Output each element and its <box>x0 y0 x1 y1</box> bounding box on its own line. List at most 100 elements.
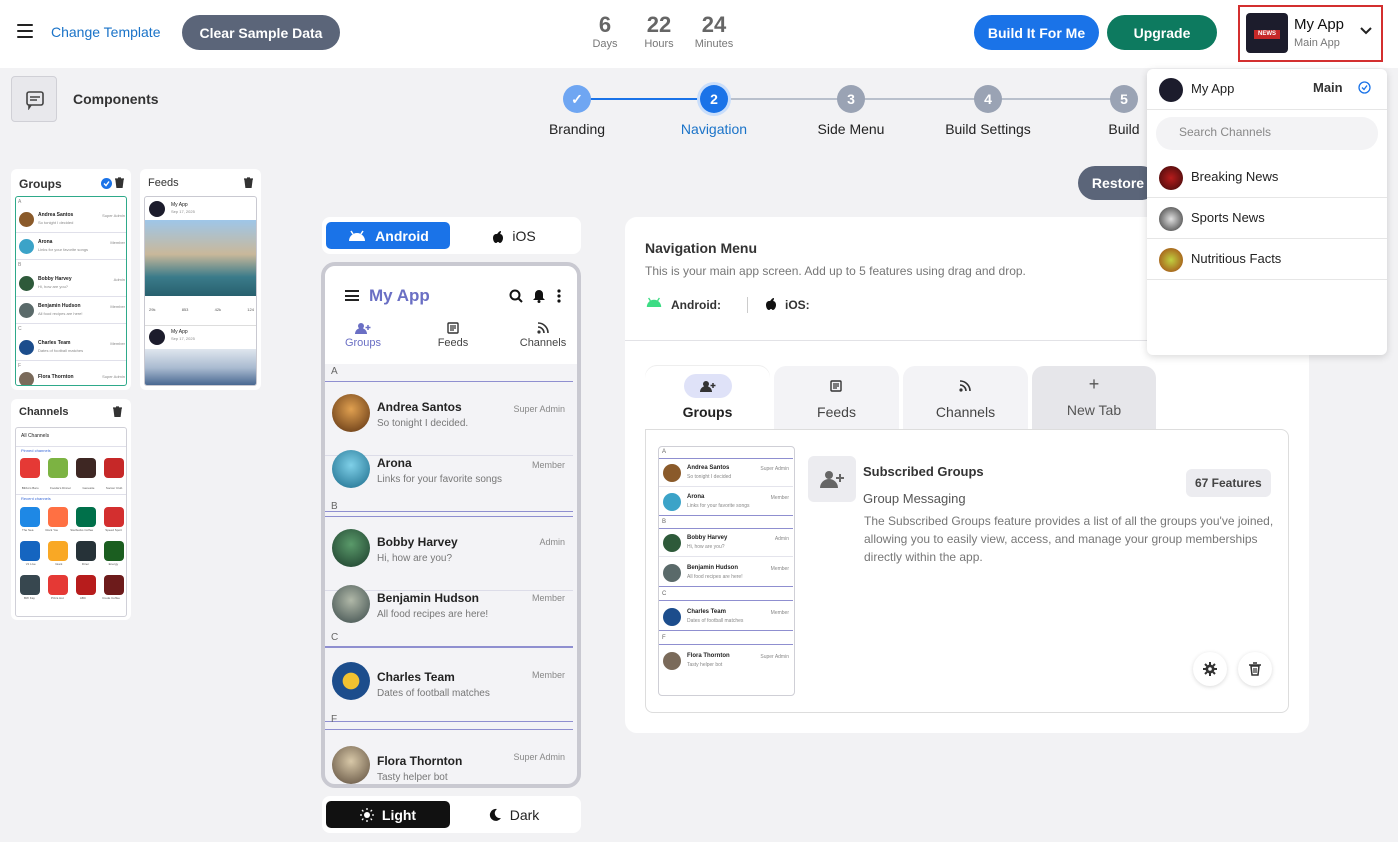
check-circle-icon <box>1358 81 1371 94</box>
countdown-days: 6 Days <box>592 12 618 50</box>
mini-sub: Hi, how are you? <box>38 284 69 289</box>
nav-tab-channels[interactable]: Channels <box>903 366 1028 430</box>
features-badge: 67 Features <box>1186 469 1271 497</box>
trash-icon[interactable] <box>244 177 253 188</box>
mountain-image <box>145 349 256 385</box>
row-sub: Tasty helper bot <box>377 772 448 783</box>
dark-theme-button[interactable]: Dark <box>452 801 576 828</box>
nav-tab-groups[interactable]: Groups <box>645 366 770 430</box>
nav-tab-feeds[interactable]: Feeds <box>774 366 899 430</box>
section-header-a: A <box>325 366 573 382</box>
step-3-circle[interactable]: 3 <box>837 85 865 113</box>
app-sub: Main App <box>1294 37 1340 49</box>
components-title: Components <box>73 91 159 107</box>
hamburger-icon[interactable] <box>345 290 359 301</box>
avatar <box>332 450 370 488</box>
components-icon[interactable] <box>11 76 57 122</box>
channel-icon <box>20 458 40 478</box>
upgrade-button[interactable]: Upgrade <box>1107 15 1217 50</box>
section-header-b: B <box>325 501 573 517</box>
step-5-circle[interactable]: 5 <box>1110 85 1138 113</box>
channels-component-card[interactable]: Channels All Channels Pinned channels Bi… <box>11 399 131 620</box>
row-role: Member <box>531 670 565 680</box>
phone-list-item-charles-team[interactable]: Charles Team Dates of football matches M… <box>325 648 573 722</box>
venice-image <box>145 220 256 296</box>
phone-tab-feeds[interactable]: Feeds <box>425 322 481 349</box>
feeds-icon <box>830 380 842 392</box>
groups-component-card[interactable]: Groups A Andrea Santos So tonight I deci… <box>11 169 131 390</box>
hamburger-menu-icon[interactable] <box>17 24 33 38</box>
channel-icon <box>20 575 40 595</box>
light-theme-button[interactable]: Light <box>326 801 450 828</box>
more-vertical-icon[interactable] <box>557 289 561 303</box>
channel-icon <box>48 458 68 478</box>
mini-name: Arona <box>38 239 53 245</box>
step-2-label[interactable]: Navigation <box>654 121 774 137</box>
delete-icon[interactable] <box>1238 652 1272 686</box>
feeds-component-card[interactable]: Feeds My App Sep 17, 2025 29k 853 42k 124 M… <box>140 169 261 390</box>
main-label: Main <box>1313 80 1343 95</box>
add-group-icon <box>808 456 856 502</box>
feature-preview: A Andrea Santos So tonight I decided Sup… <box>658 446 795 696</box>
feed-app-name: My App <box>171 202 188 208</box>
app-switcher[interactable]: NEWS My App Main App <box>1238 5 1383 62</box>
step-4-label[interactable]: Build Settings <box>928 121 1048 137</box>
channel-icon <box>76 541 96 561</box>
phone-list-item-flora-thornton[interactable]: Flora Thornton Tasty helper bot Super Ad… <box>325 732 573 784</box>
step-1-circle[interactable]: ✓ <box>563 85 591 113</box>
step-2-circle[interactable]: 2 <box>700 85 728 113</box>
clear-sample-data-button[interactable]: Clear Sample Data <box>182 15 340 50</box>
step-1-label[interactable]: Branding <box>517 121 637 137</box>
change-template-link[interactable]: Change Template <box>51 24 160 40</box>
phone-tab-groups[interactable]: Groups <box>335 322 391 349</box>
mini-role: Admin <box>113 277 125 282</box>
mini-role: Super Admin <box>102 213 125 218</box>
dropdown-current-app[interactable]: My App Main <box>1147 69 1387 110</box>
rss-icon <box>537 322 549 334</box>
nav-menu-desc: This is your main app screen. Add up to … <box>645 264 1026 278</box>
channel-icon <box>20 507 40 527</box>
check-icon <box>101 178 112 189</box>
restore-button[interactable]: Restore <box>1078 166 1158 200</box>
step-3-label[interactable]: Side Menu <box>791 121 911 137</box>
feature-desc: The Subscribed Groups feature provides a… <box>864 514 1274 564</box>
mini-sub: So tonight I decided <box>38 220 74 225</box>
row-sub: Hi, how are you? <box>377 553 453 564</box>
nav-tab-new[interactable]: + New Tab <box>1032 366 1156 430</box>
chevron-down-icon[interactable] <box>1360 27 1372 35</box>
phone-app-title: My App <box>369 286 430 305</box>
top-bar: Change Template Clear Sample Data 6 Days… <box>0 0 1398 68</box>
gear-icon[interactable] <box>1193 652 1227 686</box>
avatar <box>332 585 370 623</box>
dropdown-item-sports-news[interactable]: Sports News <box>1147 198 1387 239</box>
row-sub: Dates of football matches <box>377 688 490 699</box>
android-tab[interactable]: Android <box>326 222 450 249</box>
phone-header: My App Groups Feeds Channels <box>325 266 577 364</box>
trash-icon[interactable] <box>113 406 122 417</box>
trash-icon[interactable] <box>115 177 124 188</box>
build-it-for-me-button[interactable]: Build It For Me <box>974 15 1099 50</box>
avatar <box>19 372 34 385</box>
channels-card-title: Channels <box>19 406 69 418</box>
search-icon[interactable] <box>509 289 523 303</box>
avatar <box>19 212 34 227</box>
platform-toggle: Android iOS <box>322 217 581 254</box>
ios-tab[interactable]: iOS <box>452 222 576 249</box>
row-name: Arona <box>377 456 412 470</box>
avatar <box>332 394 370 432</box>
step-4-circle[interactable]: 4 <box>974 85 1002 113</box>
apple-small-icon <box>765 296 777 310</box>
avatar <box>19 303 34 318</box>
bell-icon[interactable] <box>533 289 545 303</box>
search-channels-input[interactable]: Search Channels <box>1156 117 1378 150</box>
plus-icon: + <box>1088 374 1100 394</box>
row-role: Member <box>531 593 565 603</box>
dropdown-item-nutritious-facts[interactable]: Nutritious Facts <box>1147 239 1387 280</box>
dropdown-item-breaking-news[interactable]: Breaking News <box>1147 157 1387 198</box>
row-role: Super Admin <box>513 752 565 762</box>
groups-icon <box>700 381 716 392</box>
phone-tab-channels[interactable]: Channels <box>513 322 573 349</box>
pinned-label: Pinned channels <box>21 448 51 453</box>
avatar <box>1159 166 1183 190</box>
channel-icon <box>104 458 124 478</box>
